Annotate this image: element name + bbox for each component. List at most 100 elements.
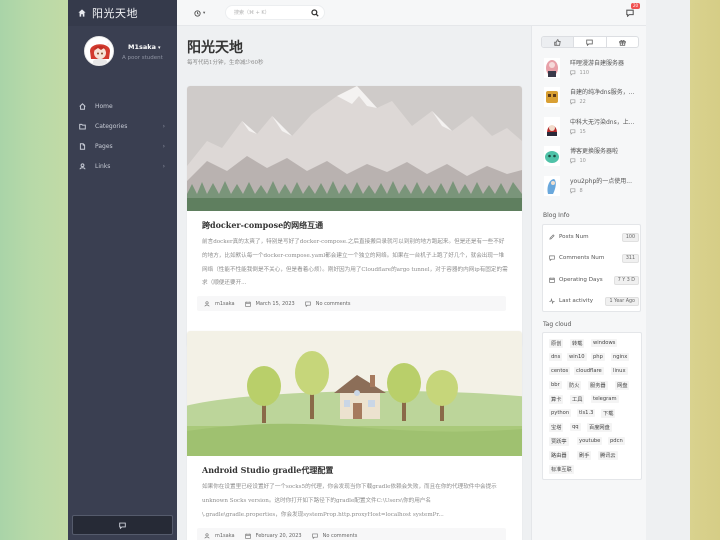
comment-icon (570, 99, 576, 105)
post-comments[interactable]: No comments (323, 533, 358, 539)
search-icon[interactable] (311, 9, 319, 17)
tag-item[interactable]: 贾跃亭 (549, 437, 569, 446)
tag-item[interactable]: dns (549, 353, 563, 361)
post-author[interactable]: m1saka (215, 533, 235, 539)
tag-item[interactable]: tls1.3 (577, 409, 596, 417)
post-author[interactable]: m1saka (215, 301, 235, 307)
recent-post-title[interactable]: 自建的纯净dns服务，... (570, 87, 644, 96)
brand[interactable]: 阳光天地 (68, 0, 177, 26)
notifications-button[interactable]: 20 (626, 3, 641, 18)
tag-item[interactable]: windows (591, 339, 618, 347)
calendar-icon (244, 301, 251, 307)
chevron-right-icon: › (162, 162, 165, 170)
tag-item[interactable]: telegram (591, 395, 619, 403)
recent-post-item[interactable]: 咩哩漫游自建服务器 110 (542, 56, 642, 81)
tab-popular[interactable] (542, 37, 575, 47)
user-subtitle: A poor student (122, 55, 163, 61)
post-cover-mountains[interactable] (187, 86, 522, 211)
tag-item[interactable]: win10 (567, 353, 587, 361)
tag-item[interactable]: 腾讯云 (598, 451, 618, 460)
nav-item-home[interactable]: Home (68, 96, 177, 116)
user-profile[interactable]: M1saka ▾ A poor student (68, 36, 177, 84)
tab-comments[interactable] (574, 37, 607, 47)
comment-icon (304, 301, 311, 307)
main-nav: Home Categories › Pages › Links › (68, 96, 177, 176)
post-cover-house[interactable] (187, 331, 522, 456)
post-card[interactable]: 跨docker-compose的网络互通 前言docker真的太爽了，特别是写好… (187, 86, 522, 348)
tag-item[interactable]: 工具 (570, 395, 585, 404)
recent-post-title[interactable]: 中科大无污染dns，上... (570, 117, 644, 126)
sidebar-chat-button[interactable] (72, 515, 173, 535)
nav-item-pages[interactable]: Pages › (68, 136, 177, 156)
info-value: 7 Y 3 D (613, 275, 639, 285)
nav-label: Categories (95, 122, 128, 130)
tag-item[interactable]: php (591, 353, 605, 361)
post-title[interactable]: 跨docker-compose的网络互通 (202, 220, 323, 231)
top-bar: ▾ 20 (177, 0, 646, 26)
theme-toggle[interactable]: ▾ (194, 8, 212, 18)
tag-item[interactable]: 防火 (567, 381, 582, 390)
user-icon (204, 300, 210, 306)
username[interactable]: M1saka ▾ (128, 43, 160, 51)
theme-icon (194, 9, 201, 17)
recent-post-title[interactable]: 博客更换服务器啦 (570, 146, 644, 155)
tag-item[interactable]: 宝塔 (549, 423, 564, 432)
tag-item[interactable]: centos (549, 367, 571, 375)
recent-post-title[interactable]: 咩哩漫游自建服务器 (570, 58, 644, 67)
tag-item[interactable]: nginx (611, 353, 630, 361)
tag-item[interactable]: python (549, 409, 572, 417)
username-text: M1saka (128, 43, 156, 51)
right-sidebar: 咩哩漫游自建服务器 110 自建的纯净dns服务，... 22 中科大无污染dn… (531, 26, 646, 540)
tag-item[interactable]: 刷手 (577, 451, 592, 460)
post-comments[interactable]: No comments (316, 301, 351, 307)
tag-item[interactable]: 路由器 (549, 451, 569, 460)
info-operating-days: Operating Days 7 Y 3 D (549, 275, 639, 285)
avatar[interactable] (84, 36, 114, 66)
info-value: 1 Year Ago (605, 296, 639, 306)
tag-item[interactable]: youtube (577, 437, 603, 445)
comment-icon (549, 255, 555, 261)
search-input[interactable] (234, 9, 310, 17)
post-title[interactable]: Android Studio gradle代理配置 (202, 465, 333, 476)
nav-item-categories[interactable]: Categories › (68, 116, 177, 136)
tag-item[interactable]: 网盘 (615, 381, 630, 390)
tag-item[interactable]: bbr (549, 381, 562, 389)
count-value: 8 (579, 188, 583, 194)
post-card[interactable]: Android Studio gradle代理配置 如果你在设置里已经设置好了一… (187, 331, 522, 540)
gift-icon (619, 39, 626, 46)
info-label: Operating Days (559, 277, 603, 283)
tag-item[interactable]: cloudflare (574, 367, 604, 375)
activity-icon (549, 298, 555, 304)
tag-item[interactable]: 原创 (549, 339, 564, 348)
post-date: February 20, 2023 (255, 532, 302, 539)
count-value: 22 (579, 99, 586, 105)
tag-item[interactable]: 百度网盘 (587, 423, 612, 432)
tag-item[interactable]: 服务器 (588, 381, 608, 390)
tag-item[interactable]: 算卡 (549, 395, 564, 404)
tag-item[interactable]: linux (611, 367, 628, 375)
recent-post-title[interactable]: you2php的一点使用... (570, 176, 644, 185)
nav-item-links[interactable]: Links › (68, 156, 177, 176)
aside-tabs (541, 36, 639, 48)
page-title: 阳光天地 (187, 40, 243, 56)
recent-post-item[interactable]: 中科大无污染dns，上... 15 (542, 115, 642, 140)
chat-icon (119, 522, 126, 529)
tag-item[interactable]: 下载 (601, 409, 616, 418)
site-title: 阳光天地 (92, 7, 138, 20)
tag-item[interactable]: 标准互联 (549, 465, 574, 474)
tag-item[interactable]: qq (570, 423, 581, 431)
recent-post-item[interactable]: 自建的纯净dns服务，... 22 (542, 85, 642, 110)
info-value: 100 (621, 232, 639, 242)
tag-item[interactable]: 转载 (570, 339, 585, 348)
caret-down-icon: ▾ (203, 10, 206, 16)
tag-item[interactable]: pdcn (608, 437, 625, 445)
notification-badge: 20 (631, 3, 641, 9)
recent-post-item[interactable]: you2php的一点使用... 8 (542, 174, 642, 199)
count-value: 10 (579, 158, 586, 164)
tab-gift[interactable] (607, 37, 638, 47)
recent-post-item[interactable]: 博客更换服务器啦 10 (542, 144, 642, 169)
folder-icon (79, 123, 86, 129)
search-box[interactable] (225, 5, 325, 20)
left-sidebar: 阳光天地 M1saka ▾ A poor student Home Categor… (68, 0, 177, 540)
info-label: Posts Num (559, 234, 589, 240)
